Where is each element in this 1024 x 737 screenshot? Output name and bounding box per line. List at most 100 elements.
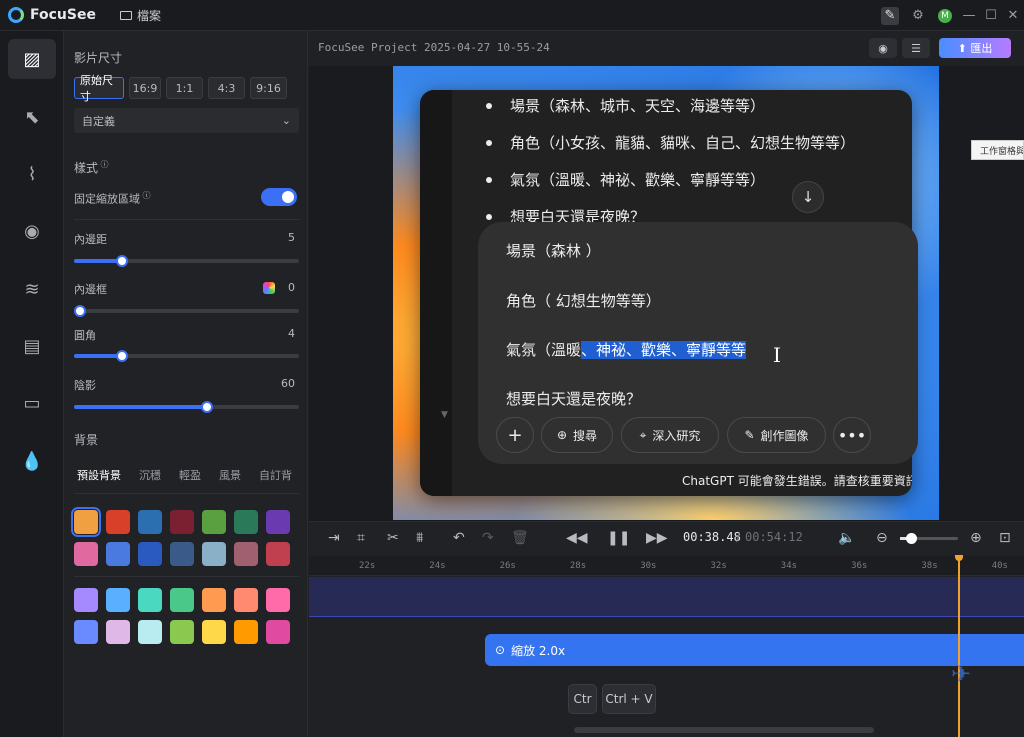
background-swatch[interactable] (74, 542, 98, 566)
background-swatch[interactable] (202, 542, 226, 566)
timeline-scrollbar[interactable] (574, 727, 874, 733)
slider-knob[interactable] (201, 401, 213, 413)
slider-knob[interactable] (906, 533, 917, 544)
tab-default-bg[interactable]: 預設背景 (77, 467, 121, 483)
color-picker-icon[interactable] (263, 282, 275, 294)
fit-icon[interactable]: ⊡ (999, 530, 1011, 546)
background-swatch[interactable] (138, 620, 162, 644)
rewind-icon[interactable]: ◀◀ (566, 530, 588, 546)
watermark-icon[interactable]: 💧 (8, 441, 56, 481)
corner-slider[interactable] (74, 350, 299, 362)
undo-icon[interactable]: ↶ (453, 530, 465, 546)
tab-light[interactable]: 輕盈 (179, 467, 201, 483)
background-swatch[interactable] (234, 588, 258, 612)
slider-knob[interactable] (116, 350, 128, 362)
scroll-down-icon[interactable]: ↓ (792, 181, 824, 213)
background-swatch[interactable] (202, 620, 226, 644)
volume-icon[interactable]: 🔈 (838, 530, 855, 546)
divider (74, 493, 299, 494)
cursor-icon[interactable]: ⬉ (8, 97, 56, 137)
maximize-icon[interactable]: ☐ (980, 8, 1002, 23)
background-swatch[interactable] (170, 588, 194, 612)
scissors-icon[interactable]: ✂ (387, 530, 399, 546)
divider (74, 219, 299, 220)
video-track[interactable] (309, 577, 1024, 617)
minimize-icon[interactable]: — (958, 8, 980, 23)
redo-icon[interactable]: ↷ (482, 530, 494, 546)
settings-icon[interactable]: ⚙ (909, 7, 927, 25)
background-swatch[interactable] (266, 542, 290, 566)
shadow-slider[interactable] (74, 401, 299, 413)
size-select[interactable]: 自定義 ⌄ (74, 108, 299, 133)
fast-forward-icon[interactable]: ▶▶ (646, 530, 668, 546)
background-swatch[interactable] (266, 588, 290, 612)
ratio-original[interactable]: 原始尺寸 (74, 74, 124, 103)
background-swatch[interactable] (106, 588, 130, 612)
background-swatch[interactable] (202, 588, 226, 612)
export-button[interactable]: ⬆ 匯出 (939, 38, 1011, 58)
background-swatch[interactable] (170, 620, 194, 644)
slider-knob[interactable] (74, 305, 86, 317)
audio-wave-icon[interactable]: ≋ (8, 269, 56, 309)
zoom-out-icon[interactable]: ⊖ (876, 530, 888, 546)
search-button[interactable]: ⊕ 搜尋 (541, 417, 613, 453)
adjust-icon[interactable]: ☰ (902, 38, 930, 58)
playhead[interactable] (958, 556, 960, 737)
captions-icon[interactable]: ▤ (8, 326, 56, 366)
export-label: 匯出 (970, 42, 993, 55)
background-swatch[interactable] (266, 620, 290, 644)
avatar[interactable]: M (938, 8, 952, 23)
background-swatch[interactable] (138, 510, 162, 534)
split-icon[interactable]: ⩩ (416, 530, 423, 546)
preview-eye-icon[interactable]: ◉ (869, 38, 897, 58)
zoom-clip[interactable]: ⊙ 縮放 2.0x (485, 634, 1024, 666)
tab-custom[interactable]: 自訂背 (259, 467, 292, 483)
webcam-icon[interactable]: ◉ (8, 211, 56, 251)
aspect-ratio-icon[interactable]: ▨ (8, 39, 56, 79)
zoom-in-icon[interactable]: ⊕ (970, 530, 982, 546)
background-swatch[interactable] (170, 510, 194, 534)
file-menu[interactable]: 檔案 (119, 7, 161, 24)
background-swatch[interactable] (138, 588, 162, 612)
ratio-16-9[interactable]: 16:9 (129, 77, 161, 99)
background-swatch[interactable] (74, 620, 98, 644)
background-swatch[interactable] (106, 542, 130, 566)
padding-slider[interactable] (74, 255, 299, 267)
add-attachment-button[interactable]: + (496, 417, 534, 453)
slider-knob[interactable] (116, 255, 128, 267)
close-icon[interactable]: ✕ (1002, 8, 1024, 23)
crop-icon[interactable]: ⌗ (357, 530, 365, 546)
background-swatch[interactable] (74, 588, 98, 612)
background-swatch[interactable] (71, 507, 101, 537)
keystroke-badge[interactable]: Ctrl + V (602, 684, 656, 714)
background-swatch[interactable] (234, 542, 258, 566)
delete-icon[interactable]: 🗑 (511, 530, 529, 546)
background-swatch[interactable] (234, 620, 258, 644)
ratio-1-1[interactable]: 1:1 (166, 77, 203, 99)
background-swatch[interactable] (106, 510, 130, 534)
background-swatch[interactable] (170, 542, 194, 566)
keystroke-badge[interactable]: Ctr (568, 684, 597, 714)
deep-research-button[interactable]: ⌖ 深入研究 (621, 417, 719, 453)
background-swatch[interactable] (106, 620, 130, 644)
ratio-options: 原始尺寸 16:9 1:1 4:3 9:16 (74, 74, 287, 103)
trim-icon[interactable]: ⇥ (328, 530, 340, 546)
annotate-icon[interactable]: ✎ (881, 6, 899, 25)
ratio-4-3[interactable]: 4:3 (208, 77, 245, 99)
fixed-zoom-toggle[interactable] (261, 188, 297, 206)
background-swatch[interactable] (202, 510, 226, 534)
info-icon: ⓘ (140, 191, 151, 200)
inner-border-slider[interactable] (74, 305, 299, 317)
background-swatch[interactable] (266, 510, 290, 534)
tab-calm[interactable]: 沉穩 (139, 467, 161, 483)
background-swatch[interactable] (234, 510, 258, 534)
pause-icon[interactable]: ❚❚ (607, 530, 630, 546)
create-image-button[interactable]: ✎ 創作圖像 (727, 417, 826, 453)
background-swatch[interactable] (138, 542, 162, 566)
inner-border-value: 0 (288, 281, 295, 294)
more-icon[interactable]: ••• (833, 417, 871, 453)
ratio-9-16[interactable]: 9:16 (250, 77, 287, 99)
subtitle-icon[interactable]: ▭ (8, 383, 56, 423)
path-icon[interactable]: ⌇ (8, 154, 56, 194)
tab-scenery[interactable]: 風景 (219, 467, 241, 483)
